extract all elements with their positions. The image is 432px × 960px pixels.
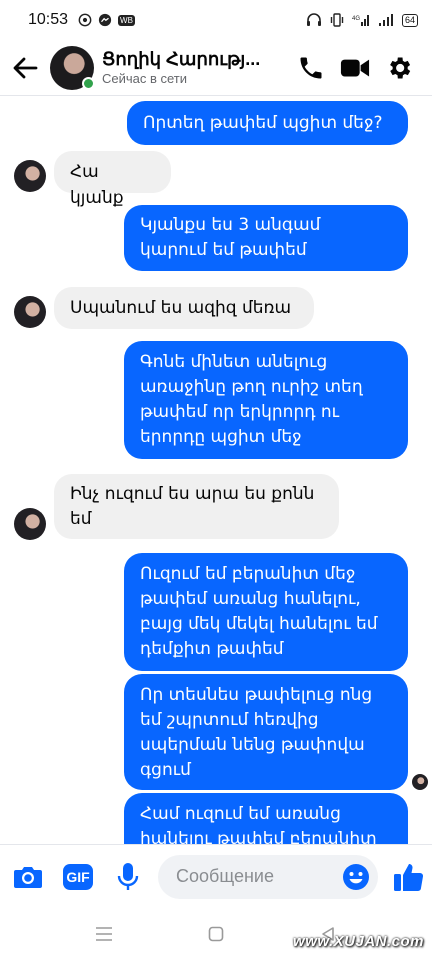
settings-button[interactable] — [384, 53, 414, 83]
message-bubble-outgoing[interactable]: Համ ուզում եմ առանց հանելու թափեմ բերանի… — [124, 793, 408, 844]
menu-icon — [96, 927, 112, 941]
camera-button[interactable] — [12, 861, 44, 893]
message-bubble-outgoing[interactable]: Որ տեսնես թափելուց ոնց եմ շպրտում հեռվից… — [124, 674, 408, 790]
presence-status: Сейчас в сети — [102, 71, 188, 86]
system-navigation-bar: www.XUJAN.com — [0, 908, 432, 960]
emoji-icon[interactable] — [342, 863, 370, 891]
gear-icon — [390, 57, 411, 78]
battery-indicator: 64 — [401, 13, 418, 27]
thumbs-up-icon — [394, 863, 424, 891]
gif-label: GIF — [63, 863, 93, 890]
microphone-icon — [117, 862, 139, 890]
message-bubble-incoming[interactable]: Հա կյանք — [54, 151, 171, 208]
video-camera-icon — [340, 59, 370, 76]
vibrate-icon — [330, 13, 344, 27]
contact-name: Ցողիկ Հարությ... — [102, 49, 261, 69]
message-clip: Համ ուզում եմ առանց հանելու թափեմ բերանի… — [124, 793, 408, 844]
message-input[interactable] — [176, 866, 336, 887]
message-bubble-outgoing[interactable]: Գոնե մինետ անելուց առաջինը թող ուրիշ տեղ… — [124, 341, 408, 459]
message-bubble-outgoing[interactable]: Որտեղ թափեմ պցիտ մեջ? — [127, 101, 408, 145]
system-icons: 4G 64 — [306, 13, 418, 27]
notification-icons: WB — [78, 13, 135, 27]
conversation-header: Ցողիկ Հարությ... Сейчас в сети — [0, 40, 432, 96]
message-bubble-outgoing[interactable]: Ուզում եմ բերանիտ մեջ թափեմ առանց հանելո… — [124, 553, 408, 671]
back-arrow-icon — [13, 57, 38, 78]
video-call-button[interactable] — [340, 53, 370, 83]
wb-app-icon: WB — [118, 14, 135, 26]
contact-info[interactable]: Ցողիկ Հարությ... Сейчас в сети — [102, 49, 278, 86]
message-composer: GIF — [0, 844, 432, 908]
messenger-icon — [98, 13, 112, 27]
home-button[interactable] — [205, 923, 227, 945]
header-actions — [296, 53, 432, 83]
seen-indicator-avatar — [412, 774, 428, 790]
contact-avatar[interactable] — [50, 45, 95, 90]
phone-icon — [300, 57, 322, 78]
message-bubble-outgoing[interactable]: Կյանքս ես 3 անգամ կարում եմ թափեմ — [124, 205, 408, 271]
status-bar: 10:53 WB 4G 64 — [0, 0, 432, 40]
whatsapp-icon — [78, 13, 92, 27]
like-button[interactable] — [390, 859, 426, 895]
message-bubble-incoming[interactable]: Ինչ ուզում ես արա ես քոնն եմ — [54, 474, 339, 539]
message-bubble-incoming[interactable]: Սպանում ես ազիզ մեռա — [54, 287, 314, 329]
sender-avatar[interactable] — [14, 508, 46, 540]
watermark: www.XUJAN.com — [293, 933, 424, 950]
message-input-wrapper[interactable] — [158, 854, 378, 899]
status-time: 10:53 — [28, 11, 69, 28]
voice-message-button[interactable] — [112, 861, 144, 893]
svg-text:4G: 4G — [352, 16, 360, 22]
sender-avatar[interactable] — [14, 296, 46, 328]
headphones-icon — [306, 13, 321, 26]
online-indicator — [82, 76, 95, 90]
back-button[interactable] — [0, 40, 50, 96]
voice-call-button[interactable] — [296, 53, 326, 83]
home-square-icon — [208, 926, 224, 942]
gif-button[interactable]: GIF — [62, 861, 94, 893]
recent-apps-button[interactable] — [93, 923, 115, 945]
signal-icon — [378, 14, 393, 26]
camera-icon — [14, 866, 42, 888]
sender-avatar[interactable] — [14, 160, 46, 192]
signal-4g-icon: 4G — [352, 15, 369, 26]
